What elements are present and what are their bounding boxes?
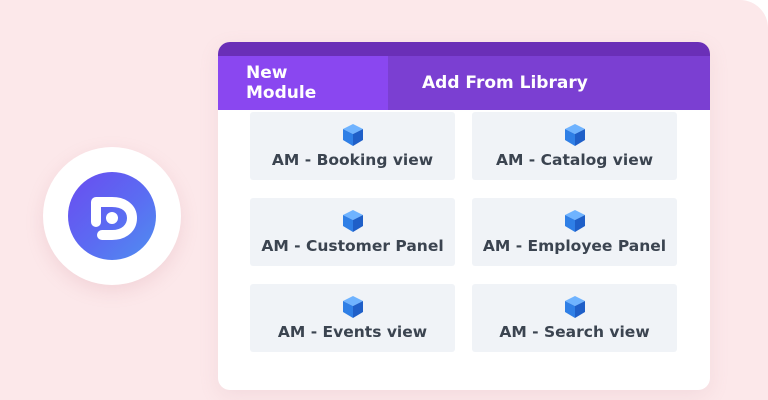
module-label: AM - Employee Panel xyxy=(482,237,667,255)
amelia-cube-icon xyxy=(564,210,585,232)
module-booking-view[interactable]: AM - Booking view xyxy=(250,112,455,180)
module-catalog-view[interactable]: AM - Catalog view xyxy=(472,112,677,180)
module-label: AM - Events view xyxy=(277,323,428,341)
module-customer-panel[interactable]: AM - Customer Panel xyxy=(250,198,455,266)
module-employee-panel[interactable]: AM - Employee Panel xyxy=(472,198,677,266)
amelia-cube-icon xyxy=(564,124,585,146)
amelia-cube-icon xyxy=(564,296,585,318)
tab-bar: New Module Add From Library xyxy=(218,56,710,110)
tab-add-from-library[interactable]: Add From Library xyxy=(388,56,616,110)
module-picker-panel: New Module Add From Library AM - Booking… xyxy=(218,42,710,390)
amelia-cube-icon xyxy=(342,296,363,318)
module-grid: AM - Booking view AM - Catalog view AM -… xyxy=(218,110,710,352)
module-label: AM - Customer Panel xyxy=(261,237,444,255)
panel-header-strip xyxy=(218,42,710,56)
module-label: AM - Search view xyxy=(499,323,650,341)
module-label: AM - Catalog view xyxy=(495,151,654,169)
amelia-cube-icon xyxy=(342,124,363,146)
module-search-view[interactable]: AM - Search view xyxy=(472,284,677,352)
promo-card: New Module Add From Library AM - Booking… xyxy=(0,0,768,400)
divi-logo-icon xyxy=(68,172,156,260)
tab-new-module[interactable]: New Module xyxy=(218,56,388,110)
amelia-cube-icon xyxy=(342,210,363,232)
module-events-view[interactable]: AM - Events view xyxy=(250,284,455,352)
divi-logo-badge xyxy=(43,147,181,285)
module-label: AM - Booking view xyxy=(271,151,434,169)
